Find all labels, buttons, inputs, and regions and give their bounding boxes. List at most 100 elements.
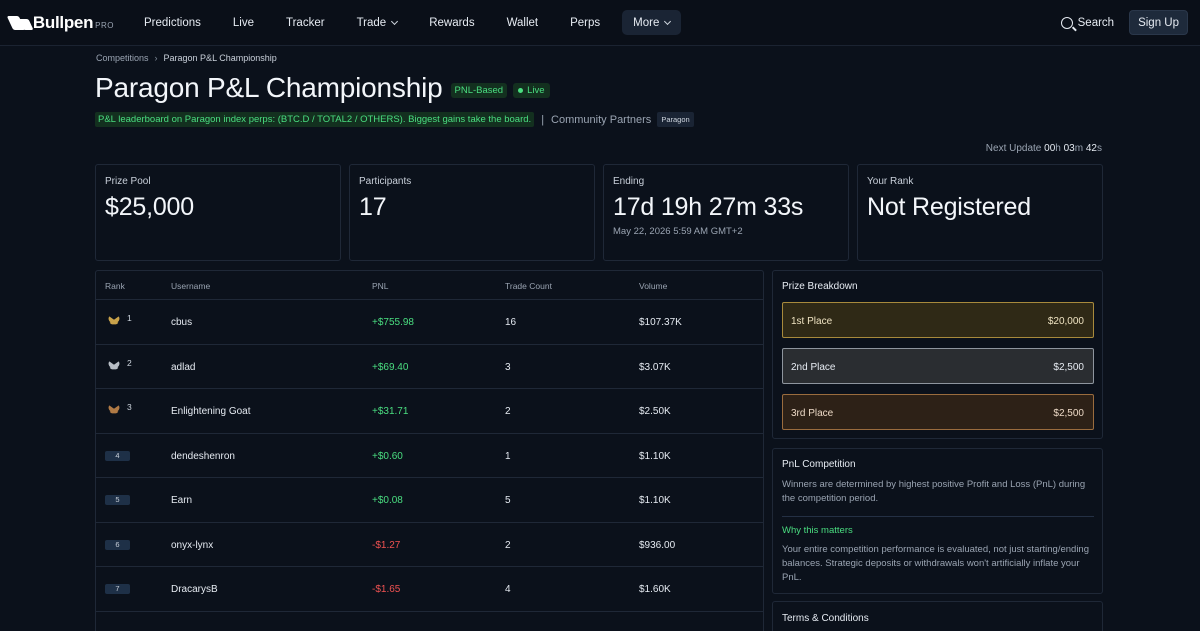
your-rank-value: Not Registered: [867, 193, 1031, 221]
next-update-seconds-unit: s: [1097, 143, 1102, 154]
next-update-hours-unit: h: [1055, 143, 1061, 154]
terms-title: Terms & Conditions: [782, 613, 869, 624]
ending-date: May 22, 2026 5:59 AM GMT+2: [613, 226, 743, 237]
live-dot-icon: [518, 87, 524, 93]
why-this-matters-text: Your entire competition performance is e…: [782, 544, 1089, 583]
terms-panel[interactable]: Terms & Conditions: [772, 601, 1103, 631]
competition-description: P&L leaderboard on Paragon index perps: …: [95, 112, 535, 127]
table-row[interactable]: 5 Earn +$0.08 5 $1.10K: [96, 478, 763, 523]
pnl-value: +$0.08: [372, 495, 403, 506]
table-row[interactable]: 2 adlad +$69.40 3 $3.07K: [96, 345, 763, 389]
search-button[interactable]: Search: [1060, 16, 1115, 29]
table-body: 1 cbus +$755.98 16 $107.37K 2 adlad +$69.40 3 $3.…: [96, 300, 763, 612]
participants-value: 17: [359, 193, 387, 221]
table-row[interactable]: 7 DracarysB -$1.65 4 $1.60K: [96, 567, 763, 612]
sign-up-button[interactable]: Sign Up: [1129, 10, 1188, 35]
trade-count: 1: [505, 450, 511, 462]
ending-card: Ending 17d 19h 27m 33s May 22, 2026 5:59…: [603, 164, 849, 261]
username[interactable]: Earn: [171, 495, 192, 506]
pnl-value: +$755.98: [372, 317, 414, 328]
username[interactable]: onyx-lynx: [171, 540, 213, 551]
ending-countdown: 17d 19h 27m 33s: [613, 193, 804, 221]
trade-count: 16: [505, 317, 517, 328]
prize-amount: $2,500: [1053, 362, 1084, 373]
rank-badge: 7: [105, 584, 130, 594]
rank-badge: 5: [105, 495, 130, 505]
pnl-competition-text: Winners are determined by highest positi…: [782, 479, 1086, 504]
col-header-rank[interactable]: Rank: [105, 281, 125, 291]
live-badge: Live: [513, 82, 550, 98]
volume: $107.37K: [639, 317, 682, 328]
table-row[interactable]: 4 dendeshenron +$0.60 1 $1.10K: [96, 434, 763, 478]
volume: $2.50K: [639, 406, 671, 417]
search-label: Search: [1077, 16, 1115, 29]
pnl-value: +$31.71: [372, 406, 409, 417]
username[interactable]: adlad: [171, 362, 195, 373]
nav-item-live[interactable]: Live: [223, 10, 264, 35]
next-update-minutes: 03: [1063, 143, 1075, 154]
search-icon: [1060, 16, 1073, 29]
nav-item-predictions[interactable]: Predictions: [134, 10, 211, 35]
col-header-username[interactable]: Username: [171, 281, 210, 291]
community-partners-label: Community Partners: [551, 113, 652, 126]
prize-place-label: 2nd Place: [791, 362, 836, 373]
rank-cell: 3: [105, 402, 132, 415]
prize-second-place: 2nd Place $2,500: [782, 348, 1094, 384]
table-header: Rank Username PNL Trade Count Volume: [96, 271, 763, 300]
nav-right: Search Sign Up: [1060, 10, 1188, 35]
breadcrumb: Competitions › Paragon P&L Championship: [96, 53, 277, 63]
trade-count: 3: [505, 361, 511, 373]
partner-tag-paragon[interactable]: Paragon: [657, 112, 694, 127]
chevron-down-icon: [391, 17, 399, 25]
pnl-based-badge: PNL-Based: [450, 82, 508, 98]
col-header-trade-count[interactable]: Trade Count: [505, 281, 552, 291]
rank-cell: 1: [105, 313, 132, 326]
table-row[interactable]: 1 cbus +$755.98 16 $107.37K: [96, 300, 763, 345]
next-update-seconds: 42: [1085, 143, 1097, 154]
nav-item-trade[interactable]: Trade: [347, 10, 408, 35]
nav-item-rewards[interactable]: Rewards: [419, 10, 484, 35]
prize-amount: $20,000: [1047, 316, 1084, 327]
pnl-value: -$1.27: [372, 539, 401, 551]
top-nav: Bullpen PRO Predictions Live Tracker Tra…: [0, 0, 1200, 46]
separator: |: [541, 113, 545, 126]
prize-breakdown-panel: Prize Breakdown 1st Place $20,000 2nd Pl…: [772, 270, 1103, 439]
col-header-pnl[interactable]: PNL: [372, 281, 389, 291]
nav-item-trade-label: Trade: [356, 16, 387, 29]
nav-item-perps[interactable]: Perps: [560, 10, 610, 35]
logo-pro-label: PRO: [95, 21, 114, 30]
prize-third-place: 3rd Place $2,500: [782, 394, 1094, 430]
username[interactable]: Enlightening Goat: [171, 406, 251, 417]
logo[interactable]: Bullpen PRO: [10, 13, 114, 33]
prize-breakdown-title: Prize Breakdown: [782, 281, 858, 292]
nav-item-tracker[interactable]: Tracker: [276, 10, 335, 35]
pnl-competition-panel: PnL Competition Winners are determined b…: [772, 448, 1103, 594]
volume: $936.00: [639, 539, 676, 551]
breadcrumb-competitions[interactable]: Competitions: [96, 53, 149, 63]
prize-pool-card: Prize Pool $25,000: [95, 164, 341, 261]
prize-amount: $2,500: [1053, 408, 1084, 419]
nav-item-more[interactable]: More: [622, 10, 682, 35]
username[interactable]: dendeshenron: [171, 451, 235, 462]
table-row[interactable]: 3 Enlightening Goat +$31.71 2 $2.50K: [96, 389, 763, 434]
page-title: Paragon P&L Championship: [95, 72, 443, 103]
col-header-volume[interactable]: Volume: [639, 281, 667, 291]
next-update: Next Update 00h 03m 42s: [986, 143, 1102, 154]
volume: $1.10K: [639, 450, 671, 462]
why-this-matters-title: Why this matters: [782, 525, 853, 536]
volume: $1.60K: [639, 584, 671, 595]
trade-count: 2: [505, 539, 511, 551]
username[interactable]: DracarysB: [171, 584, 218, 595]
divider: [782, 516, 1094, 517]
nav-item-wallet[interactable]: Wallet: [497, 10, 549, 35]
silver-trophy-icon: [105, 359, 123, 371]
username[interactable]: cbus: [171, 317, 192, 328]
live-badge-label: Live: [527, 84, 545, 96]
your-rank-card: Your Rank Not Registered: [857, 164, 1103, 261]
nav-item-more-label: More: [633, 16, 660, 29]
table-row[interactable]: 6 onyx-lynx -$1.27 2 $936.00: [96, 523, 763, 567]
leaderboard-table: Rank Username PNL Trade Count Volume 1 cb…: [95, 270, 764, 631]
nav-items: Predictions Live Tracker Trade Rewards W…: [134, 10, 693, 35]
ending-label: Ending: [613, 176, 645, 187]
bullpen-logo-icon: [10, 14, 29, 32]
